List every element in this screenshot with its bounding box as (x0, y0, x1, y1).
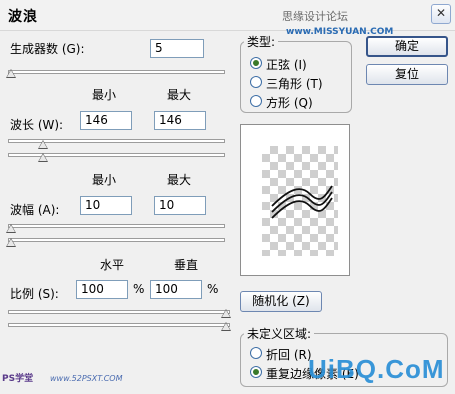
close-button[interactable]: ✕ (431, 4, 451, 24)
scale-v-unit: % (207, 282, 219, 296)
amplitude-max-input[interactable]: 10 (154, 196, 206, 215)
randomize-button[interactable]: 随机化 (Z) (240, 291, 322, 312)
wave-preview-icon (271, 185, 333, 219)
watermark-text: 思缘设计论坛www.MISSYUAN.COM (282, 8, 455, 37)
scale-v-slider-track[interactable] (8, 323, 230, 327)
wavelength-max-slider-thumb[interactable] (38, 153, 48, 162)
radio-square[interactable] (250, 95, 262, 107)
type-triangle-label: 三角形 (T) (266, 77, 323, 91)
amplitude-max-slider-track[interactable] (8, 238, 225, 242)
watermark-name: 思缘设计论坛 (282, 10, 348, 23)
type-option-triangle[interactable]: 三角形 (T) (250, 75, 346, 91)
amplitude-min-slider-thumb[interactable] (6, 224, 16, 233)
type-group-title: 类型: (244, 33, 279, 50)
wavelength-max-input[interactable]: 146 (154, 111, 206, 130)
scale-vertical-input[interactable]: 100 (150, 280, 202, 299)
scale-h-unit: % (133, 282, 145, 296)
generators-input[interactable]: 5 (150, 39, 204, 58)
wavelength-min-input[interactable]: 146 (80, 111, 132, 130)
wavelength-label: 波长 (W): (10, 118, 64, 132)
radio-triangle[interactable] (250, 76, 262, 88)
scale-label: 比例 (S): (10, 287, 59, 301)
amplitude-min-input[interactable]: 10 (80, 196, 132, 215)
ok-button[interactable]: 确定 (366, 36, 448, 57)
uibq-watermark: UiBQ.CoM (308, 354, 445, 384)
amplitude-label: 波幅 (A): (10, 203, 60, 217)
amp-min-header: 最小 (92, 173, 117, 187)
ps-school-logo: PS学堂 (2, 374, 34, 384)
reset-button[interactable]: 复位 (366, 64, 448, 85)
scale-horizontal-input[interactable]: 100 (76, 280, 128, 299)
generators-label: 生成器数 (G): (10, 42, 85, 56)
radio-repeat-edge[interactable] (250, 366, 262, 378)
dialog-title: 波浪 (8, 9, 38, 25)
generators-slider-thumb[interactable] (6, 69, 16, 78)
max-header: 最大 (167, 88, 192, 102)
generators-slider-track[interactable] (8, 70, 225, 74)
scale-v-slider-thumb[interactable] (221, 322, 231, 331)
scale-h-slider-track[interactable] (8, 310, 230, 314)
amp-max-header: 最大 (167, 173, 192, 187)
radio-sine[interactable] (250, 57, 262, 69)
type-square-label: 方形 (Q) (266, 96, 313, 110)
type-option-square[interactable]: 方形 (Q) (250, 94, 346, 110)
wrap-around-label: 折回 (R) (266, 348, 312, 362)
amplitude-max-slider-thumb[interactable] (6, 238, 16, 247)
type-option-sine[interactable]: 正弦 (I) (250, 56, 346, 72)
type-sine-label: 正弦 (I) (266, 58, 307, 72)
close-icon: ✕ (435, 6, 447, 20)
undefined-areas-title: 未定义区域: (244, 325, 315, 342)
scale-h-slider-thumb[interactable] (221, 309, 231, 318)
horizontal-header: 水平 (100, 258, 125, 272)
ps-school-site: www.52PSXT.COM (50, 374, 123, 383)
radio-wrap-around[interactable] (250, 347, 262, 359)
wavelength-min-slider-thumb[interactable] (38, 140, 48, 149)
vertical-header: 垂直 (174, 258, 199, 272)
amplitude-min-slider-track[interactable] (8, 224, 225, 228)
min-header: 最小 (92, 88, 117, 102)
